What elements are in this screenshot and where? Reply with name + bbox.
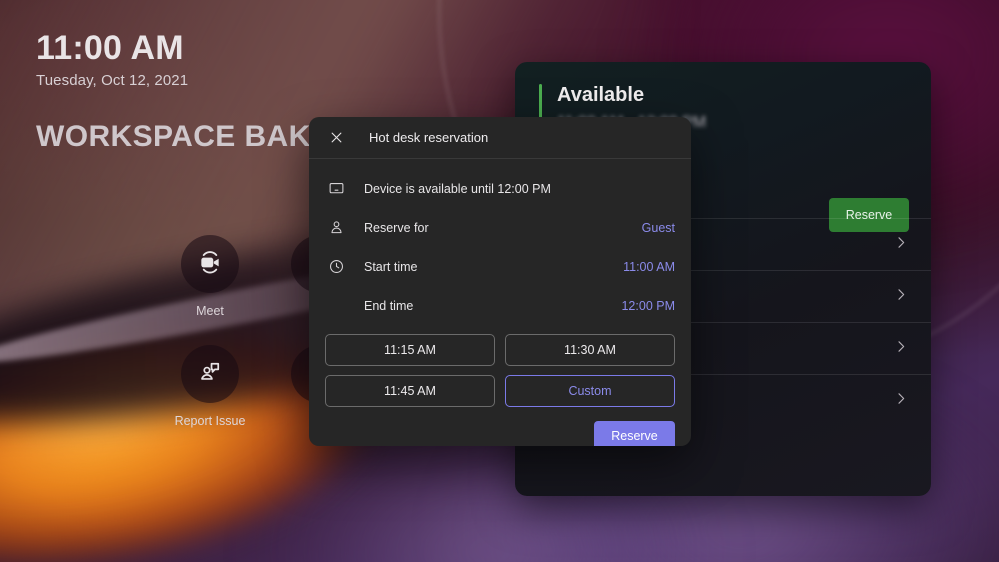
app-label-meet: Meet xyxy=(196,304,224,318)
time-option-button[interactable]: 11:30 AM xyxy=(505,334,675,366)
person-icon xyxy=(325,217,347,239)
hot-desk-reservation-dialog: Hot desk reservation Device is available… xyxy=(309,117,691,446)
clock-date: Tuesday, Oct 12, 2021 xyxy=(36,72,189,90)
chevron-right-icon xyxy=(893,286,909,307)
chevron-right-icon xyxy=(893,234,909,255)
dialog-footer: Reserve xyxy=(325,421,675,446)
app-tile-report-issue[interactable]: Report Issue xyxy=(155,345,265,455)
dialog-header: Hot desk reservation xyxy=(309,117,691,159)
time-option-grid: 11:15 AM 11:30 AM 11:45 AM Custom xyxy=(325,334,675,407)
display-icon xyxy=(325,178,347,200)
dialog-reserve-button[interactable]: Reserve xyxy=(594,421,675,446)
reserve-for-value[interactable]: Guest xyxy=(642,221,675,235)
start-time-row[interactable]: Start time 11:00 AM xyxy=(325,247,675,286)
feedback-icon xyxy=(197,359,223,390)
close-icon[interactable] xyxy=(323,125,349,151)
start-time-label: Start time xyxy=(364,259,418,274)
app-icon-background xyxy=(181,235,239,293)
room-name: WORKSPACE BAKE xyxy=(36,120,332,153)
availability-row: Device is available until 12:00 PM xyxy=(325,169,675,208)
end-time-row[interactable]: End time 12:00 PM xyxy=(325,286,675,325)
chevron-right-icon xyxy=(893,338,909,359)
time-option-button[interactable]: 11:45 AM xyxy=(325,375,495,407)
chevron-right-icon xyxy=(893,390,909,411)
app-icon-background xyxy=(181,345,239,403)
home-header: 11:00 AM Tuesday, Oct 12, 2021 xyxy=(36,28,188,89)
app-label-report-issue: Report Issue xyxy=(174,414,246,428)
clock-time: 11:00 AM xyxy=(36,29,184,67)
dialog-body: Device is available until 12:00 PM Reser… xyxy=(309,159,691,446)
clock-icon xyxy=(325,256,347,278)
dialog-title: Hot desk reservation xyxy=(369,130,489,145)
availability-text: Device is available until 12:00 PM xyxy=(364,181,551,196)
end-time-label: End time xyxy=(364,298,414,313)
panel-status-title: Available xyxy=(557,84,645,106)
time-option-button[interactable]: 11:15 AM xyxy=(325,334,495,366)
reserve-for-row[interactable]: Reserve for Guest xyxy=(325,208,675,247)
app-tile-meet[interactable]: Meet xyxy=(155,235,265,345)
end-time-value[interactable]: 12:00 PM xyxy=(621,299,675,313)
reserve-for-label: Reserve for xyxy=(364,220,429,235)
time-option-custom-button[interactable]: Custom xyxy=(505,375,675,407)
video-camera-icon xyxy=(197,249,223,280)
start-time-value[interactable]: 11:00 AM xyxy=(623,260,675,274)
